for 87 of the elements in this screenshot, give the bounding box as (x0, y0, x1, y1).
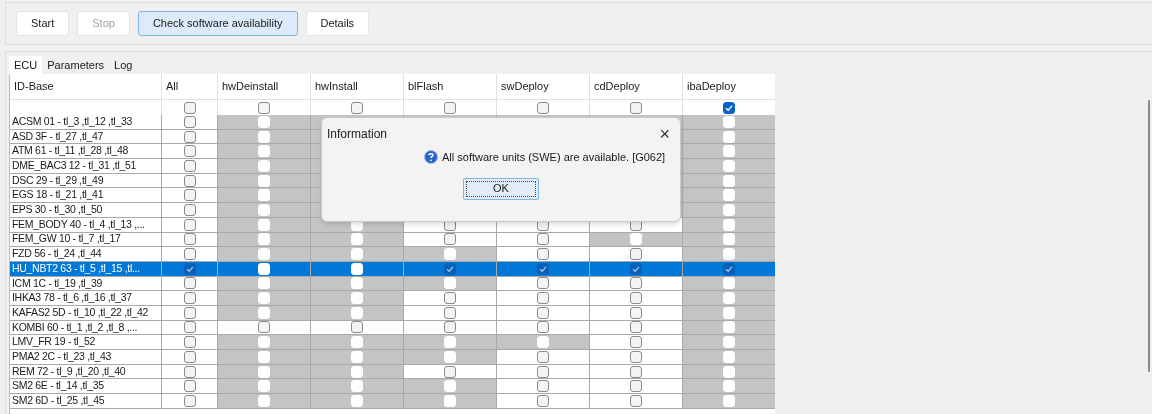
column-header[interactable]: hwInstall (311, 74, 404, 99)
checkbox[interactable] (630, 336, 642, 349)
table-cell[interactable]: DME_BAC3 12 - tl_31 ,tl_51 (10, 159, 162, 174)
checkbox[interactable] (723, 262, 735, 275)
toolbar-button[interactable]: Start (16, 11, 70, 36)
checkbox[interactable] (630, 248, 642, 261)
column-header[interactable]: All (162, 74, 218, 99)
checkbox[interactable] (537, 292, 549, 305)
column-header[interactable]: hwDeinstall (218, 74, 311, 99)
checkbox[interactable] (630, 262, 642, 275)
checkbox[interactable] (351, 321, 363, 334)
checkbox[interactable] (444, 233, 456, 246)
checkbox[interactable] (444, 321, 456, 334)
table-cell[interactable]: IHKA3 78 - tl_6 ,tl_16 ,tl_37 (10, 291, 162, 306)
checkbox[interactable] (183, 115, 196, 128)
checkbox[interactable] (537, 350, 549, 363)
checkbox[interactable] (630, 101, 642, 114)
checkbox[interactable] (630, 277, 642, 290)
checkbox[interactable] (183, 277, 196, 290)
checkbox[interactable] (258, 321, 270, 334)
checkbox[interactable] (258, 101, 270, 114)
checkbox[interactable] (183, 248, 196, 261)
checkbox[interactable] (183, 394, 196, 407)
checkbox[interactable] (537, 262, 549, 275)
checkbox[interactable] (183, 218, 196, 231)
checkbox[interactable] (630, 394, 642, 407)
tab[interactable]: ECU (9, 56, 43, 74)
checkbox[interactable] (630, 380, 642, 393)
checkbox[interactable] (537, 306, 549, 319)
checkbox[interactable] (183, 233, 196, 246)
checkbox[interactable] (183, 101, 196, 114)
checkbox[interactable] (183, 350, 196, 363)
column-header[interactable]: blFlash (404, 74, 497, 99)
checkbox[interactable] (444, 101, 456, 114)
ok-button[interactable]: OK (463, 177, 539, 200)
checkbox[interactable] (444, 262, 456, 275)
checkbox[interactable] (183, 321, 196, 334)
column-header[interactable]: swDeploy (497, 74, 590, 99)
checkbox[interactable] (630, 321, 642, 334)
table-cell[interactable]: ACSM 01 - tl_3 ,tl_12 ,tl_33 (10, 115, 162, 130)
checkbox[interactable] (630, 292, 642, 305)
checkbox[interactable] (537, 248, 549, 261)
checkbox[interactable] (537, 233, 549, 246)
checkbox[interactable] (183, 365, 196, 378)
checkbox[interactable] (351, 101, 363, 114)
column-header[interactable]: ID-Base (10, 74, 162, 99)
checkbox[interactable] (630, 350, 642, 363)
table-cell[interactable]: SM2 6E - tl_14 ,tl_35 (10, 379, 162, 395)
close-button[interactable]: × (659, 125, 670, 143)
checkbox[interactable] (723, 101, 735, 114)
checkbox[interactable] (537, 380, 549, 393)
checkbox[interactable] (183, 203, 196, 216)
checkbox[interactable] (183, 145, 196, 158)
checkbox[interactable] (444, 292, 456, 305)
checkbox[interactable] (183, 336, 196, 349)
question-icon (424, 150, 438, 165)
table-cell[interactable]: SM2 6D - tl_25 ,tl_45 (10, 394, 162, 409)
checkbox[interactable] (537, 365, 549, 378)
table-cell[interactable]: LMV_FR 19 - tl_52 (10, 335, 162, 350)
checkbox[interactable] (537, 277, 549, 290)
checkbox[interactable] (183, 380, 196, 393)
checkbox[interactable] (183, 262, 196, 275)
checkbox[interactable] (183, 159, 196, 172)
table-cell[interactable]: EGS 18 - tl_21 ,tl_41 (10, 188, 162, 204)
table-cell[interactable]: EPS 30 - tl_30 ,tl_50 (10, 203, 162, 218)
table-cell[interactable]: PMA2 2C - tl_23 ,tl_43 (10, 350, 162, 365)
dialog-title: Information (327, 126, 388, 143)
checkbox[interactable] (183, 292, 196, 305)
checkbox[interactable] (630, 306, 642, 319)
column-header[interactable]: ibaDeploy (683, 74, 775, 99)
checkbox[interactable] (183, 306, 196, 319)
toolbar-button[interactable]: Check software availability (137, 11, 298, 36)
checkbox[interactable] (537, 101, 549, 114)
dialog-message: All software units (SWE) are available. [G062] (442, 150, 666, 165)
checkbox[interactable] (183, 174, 196, 187)
checkbox[interactable] (537, 394, 549, 407)
checkbox[interactable] (537, 321, 549, 334)
checkbox[interactable] (183, 189, 196, 202)
table-cell[interactable]: ATM 61 - tl_11 ,tl_28 ,tl_48 (10, 144, 162, 160)
checkbox[interactable] (183, 130, 196, 143)
column-header[interactable]: cdDeploy (590, 74, 683, 99)
checkbox[interactable] (630, 365, 642, 378)
table-cell[interactable]: FZD 56 - tl_24 ,tl_44 (10, 247, 162, 262)
checkbox[interactable] (444, 306, 456, 319)
toolbar-button[interactable]: Details (305, 11, 370, 36)
checkbox[interactable] (444, 365, 456, 378)
scrollbar[interactable] (1148, 100, 1150, 372)
